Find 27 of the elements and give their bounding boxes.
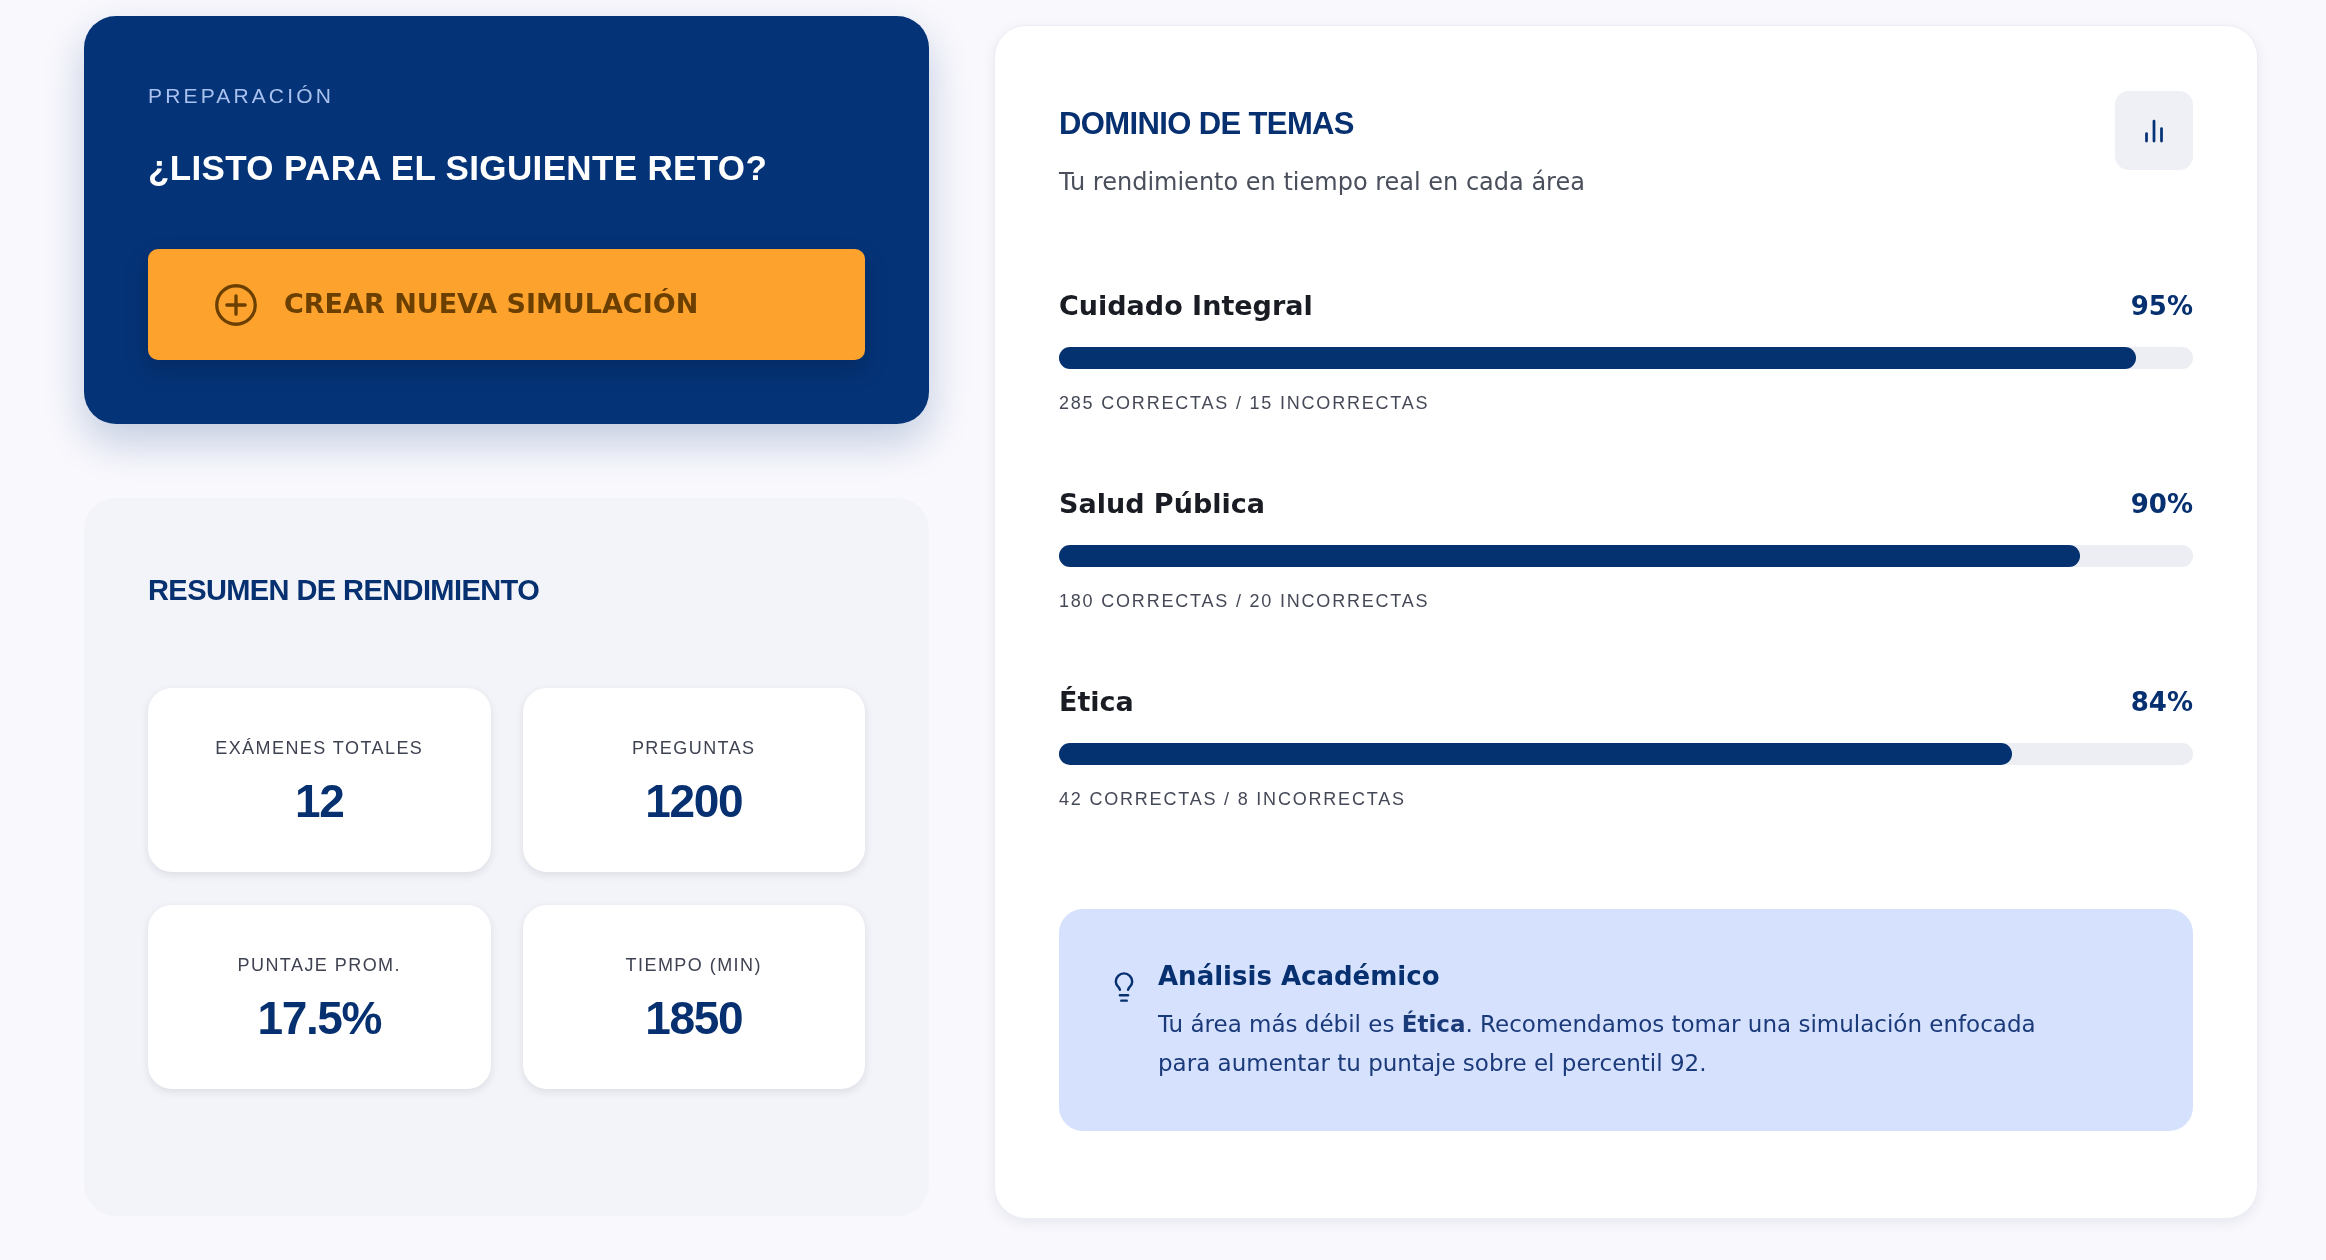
stat-value: 12 [295,777,344,825]
insight-title: Análisis Académico [1158,960,1441,993]
stat-value: 1200 [645,777,743,825]
plus-circle-icon [214,282,258,327]
topic-name: Ética [1059,686,1134,718]
chart-button[interactable] [2115,91,2193,170]
topic-caption: 42 CORRECTAS / 8 INCORRECTAS [1059,788,1407,810]
stat-label: TIEMPO (MIN) [625,954,762,976]
stat-value: 1850 [645,994,743,1042]
stat-label: PREGUNTAS [631,737,756,759]
topic-percent: 90% [2130,488,2193,520]
stat-value: 17.5% [257,994,381,1042]
mastery-subtitle: Tu rendimiento en tiempo real en cada área [1059,167,1585,198]
insight-text: Tu área más débil es Ética. Recomendamos tomar una simulación enfocada para aumentar tu puntaje sobre el percentil 92. [1158,1009,2037,1078]
topic-name: Salud Pública [1059,488,1265,520]
topic-name: Cuidado Integral [1059,290,1313,322]
stat-label: PUNTAJE PROM. [237,954,401,976]
topic-percent: 95% [2130,290,2193,322]
create-simulation-button[interactable]: CREAR NUEVA SIMULACIÓN [148,249,865,360]
topic-caption: 285 CORRECTAS / 15 INCORRECTAS [1059,392,1431,414]
topic-caption: 180 CORRECTAS / 20 INCORRECTAS [1059,590,1431,612]
mastery-title: DOMINIO DE TEMAS [1059,105,1355,143]
eyebrow-text: PREPARACIÓN [148,84,335,108]
hero-title: ¿LISTO PARA EL SIGUIENTE RETO? [148,147,769,189]
summary-title: RESUMEN DE RENDIMIENTO [148,574,541,606]
stat-label: EXÁMENES TOTALES [215,737,424,759]
topic-percent: 84% [2130,686,2193,718]
